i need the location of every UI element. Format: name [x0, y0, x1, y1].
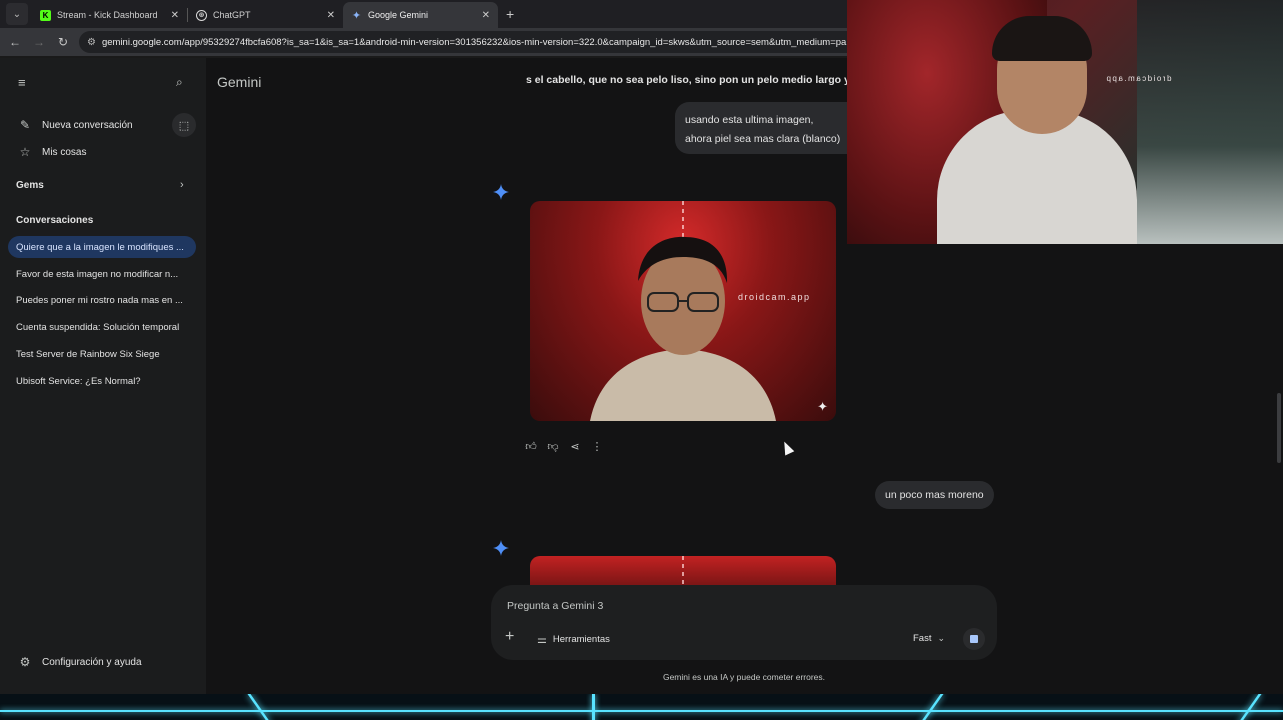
- my-stuff-button[interactable]: ☆ Mis cosas: [18, 145, 87, 159]
- disclaimer-text: Gemini es una IA y puede cometer errores…: [662, 672, 826, 682]
- neon-line: [0, 710, 1283, 712]
- new-tab-icon[interactable]: +: [506, 6, 514, 22]
- neon-line: [1237, 694, 1262, 720]
- kick-icon: K: [40, 9, 51, 21]
- close-icon[interactable]: ✕: [482, 10, 490, 21]
- my-stuff-label: Mis cosas: [42, 146, 87, 158]
- tab-label: Stream - Kick Dashboard: [57, 10, 158, 20]
- tab-kick[interactable]: K Stream - Kick Dashboard ✕: [32, 2, 187, 28]
- forward-arrow-icon[interactable]: →: [27, 35, 51, 49]
- tab-chatgpt[interactable]: ⊛ ChatGPT ✕: [188, 2, 343, 28]
- webcam-watermark: droidcam.app: [1105, 74, 1172, 83]
- thumbs-up-icon[interactable]: 👍︎: [524, 440, 538, 453]
- sparkle-watermark-icon: ✦: [817, 399, 828, 414]
- light-beam: [682, 556, 684, 586]
- user-message-bubble: un poco mas moreno: [875, 481, 994, 509]
- neon-overlay-strip: [0, 694, 1283, 720]
- generated-image-loading: [530, 556, 836, 586]
- portrait-illustration: [590, 236, 776, 421]
- gemini-icon: ✦: [351, 9, 362, 22]
- gems-label: Gems: [16, 180, 44, 191]
- prompt-input[interactable]: Pregunta a Gemini 3: [507, 600, 603, 612]
- response-actions: 👍︎ 👎︎ ⋖ ⋮: [524, 440, 604, 453]
- settings-button[interactable]: ⚙ Configuración y ayuda: [18, 655, 142, 669]
- search-icon[interactable]: ⌕: [176, 75, 183, 90]
- webcam-overlay: droidcam.app: [847, 0, 1283, 244]
- tab-gemini[interactable]: ✦ Google Gemini ✕: [343, 2, 498, 28]
- tab-search-chevron-icon[interactable]: ⌄: [6, 3, 28, 25]
- mouse-cursor: [779, 439, 795, 456]
- model-label: Fast: [913, 633, 932, 644]
- webcam-background-shelf: [1137, 0, 1283, 244]
- neon-line: [592, 694, 595, 720]
- neon-line: [919, 694, 944, 720]
- generated-image[interactable]: droidcam.app ✦: [530, 201, 836, 421]
- url-text: gemini.google.com/app/95329274fbcfa608?i…: [101, 36, 854, 48]
- tools-button[interactable]: ⚌ Herramientas: [537, 633, 610, 646]
- add-attachment-icon[interactable]: +: [505, 628, 514, 646]
- close-icon[interactable]: ✕: [171, 10, 179, 21]
- prompt-box: Pregunta a Gemini 3 + ⚌ Herramientas Fas…: [491, 585, 997, 660]
- tab-label: Google Gemini: [368, 10, 429, 20]
- conversation-item[interactable]: Puedes poner mi rostro nada mas en ...: [8, 289, 196, 311]
- gemini-brand[interactable]: Gemini: [217, 74, 261, 90]
- user-message-bubble: usando esta ultima imagen, ahora piel se…: [675, 102, 851, 154]
- image-watermark: droidcam.app: [738, 292, 811, 302]
- thumbs-down-icon[interactable]: 👎︎: [546, 440, 560, 453]
- conversations-label: Conversaciones: [16, 215, 94, 226]
- new-chat-label: Nueva conversación: [42, 119, 133, 131]
- chatgpt-icon: ⊛: [196, 9, 207, 21]
- gems-header[interactable]: Gems: [16, 180, 44, 191]
- new-chat-button[interactable]: ✎ Nueva conversación: [18, 118, 133, 132]
- previous-message-fragment: s el cabello, que no sea pelo liso, sino…: [526, 74, 849, 86]
- conversation-item[interactable]: Quiere que a la imagen le modifiques ...: [8, 236, 196, 258]
- star-icon: ☆: [19, 145, 31, 159]
- gemini-spark-icon: [493, 540, 509, 556]
- tools-sliders-icon: ⚌: [537, 634, 547, 646]
- share-icon[interactable]: ⋖: [568, 440, 582, 453]
- settings-label: Configuración y ayuda: [42, 656, 142, 668]
- model-selector[interactable]: Fast ⌄: [913, 633, 945, 644]
- site-settings-icon[interactable]: ⚙: [87, 37, 96, 48]
- more-options-icon[interactable]: ⋮: [590, 440, 604, 453]
- conversation-item[interactable]: Favor de esta imagen no modificar n...: [8, 263, 196, 285]
- tab-label: ChatGPT: [213, 10, 251, 20]
- scrollbar-thumb[interactable]: [1277, 393, 1281, 463]
- chevron-down-icon: ⌄: [937, 633, 946, 643]
- edit-icon: ✎: [19, 118, 31, 132]
- temporary-chat-icon[interactable]: ⬚: [172, 113, 196, 137]
- conversation-item[interactable]: Ubisoft Service: ¿Es Normal?: [8, 370, 196, 392]
- webcam-person-hair: [992, 16, 1092, 61]
- neon-line: [247, 694, 272, 720]
- reload-icon[interactable]: ↻: [51, 35, 75, 49]
- sidebar: ≡ ⌕ ✎ Nueva conversación ⬚ ☆ Mis cosas G…: [0, 58, 206, 694]
- screen: ⌄ K Stream - Kick Dashboard ✕ ⊛ ChatGPT …: [0, 0, 1283, 720]
- menu-icon[interactable]: ≡: [18, 75, 26, 90]
- conversation-item[interactable]: Cuenta suspendida: Solución temporal: [8, 316, 196, 338]
- conversations-header: Conversaciones: [16, 215, 93, 226]
- back-arrow-icon[interactable]: ←: [3, 35, 27, 49]
- tools-label: Herramientas: [552, 634, 610, 645]
- gemini-spark-icon: [493, 184, 509, 200]
- conversation-item[interactable]: Test Server de Rainbow Six Siege: [8, 343, 196, 365]
- stop-icon: [970, 635, 978, 643]
- stop-generation-button[interactable]: [963, 628, 985, 650]
- chevron-right-icon[interactable]: ›: [180, 179, 184, 191]
- gear-icon: ⚙: [19, 655, 31, 669]
- close-icon[interactable]: ✕: [327, 10, 335, 21]
